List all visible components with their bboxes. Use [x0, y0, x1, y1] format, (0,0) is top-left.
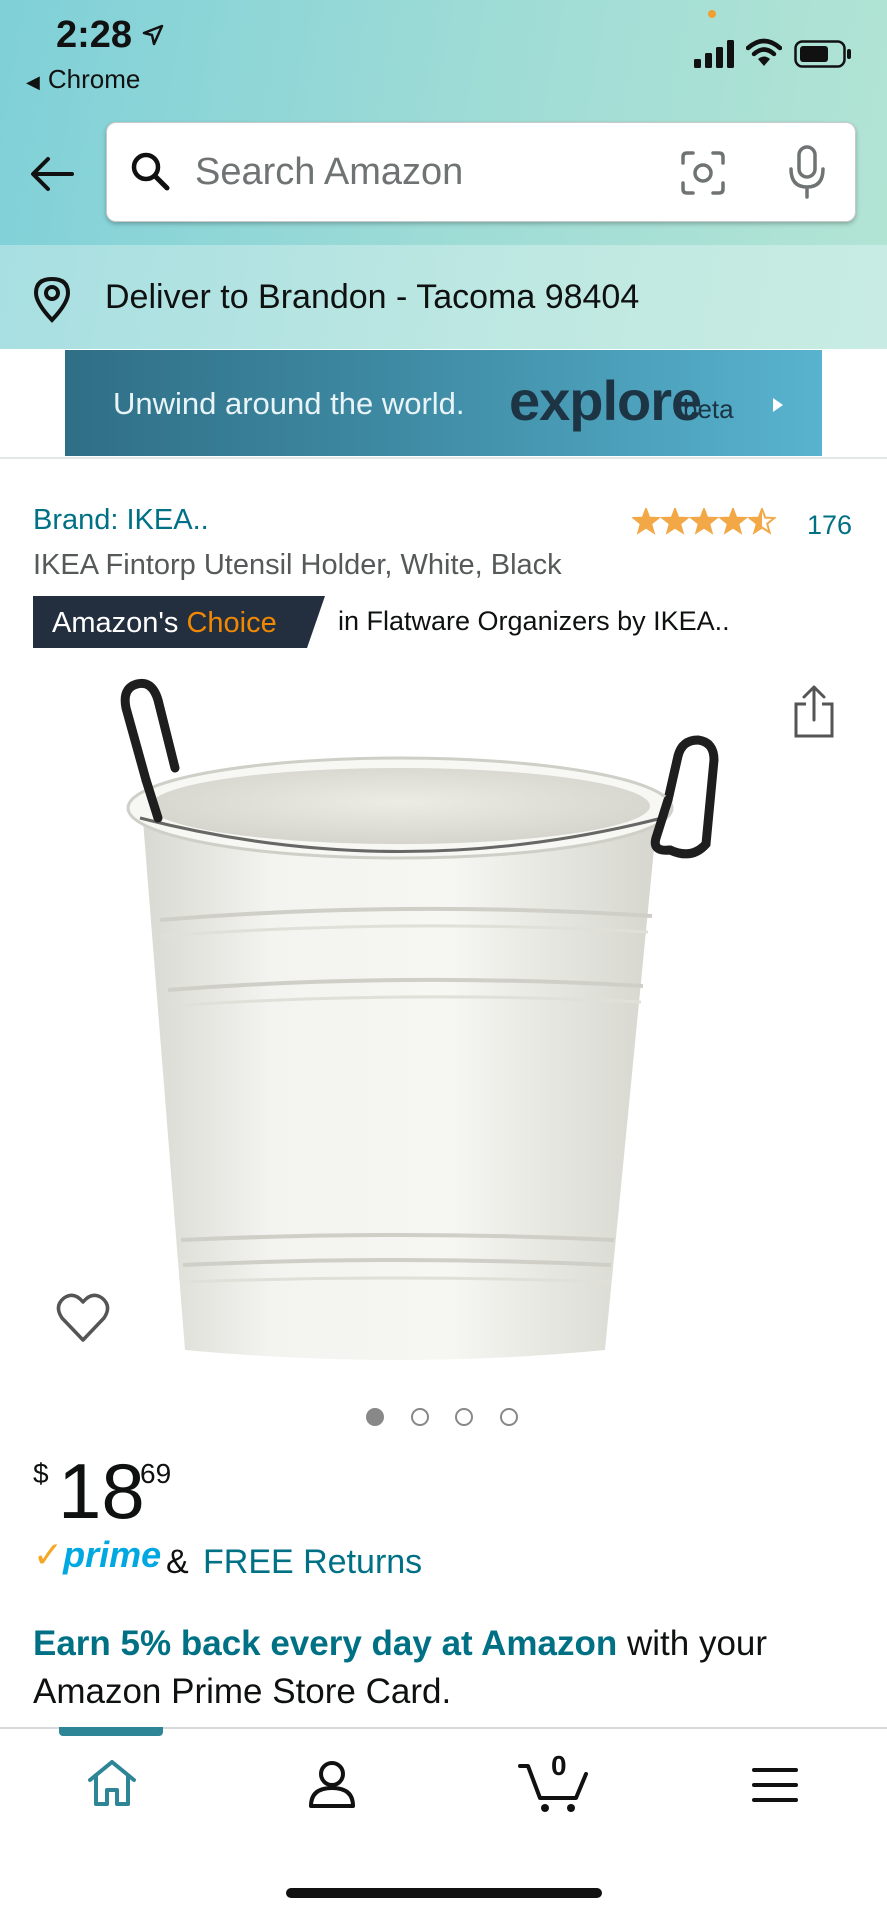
prime-label: prime [63, 1534, 162, 1575]
brand-link[interactable]: Brand: IKEA.. [33, 504, 209, 537]
banner-beta-label: beta [683, 394, 734, 424]
wishlist-heart-icon[interactable] [56, 1292, 110, 1344]
amazons-choice-badge: Amazon's Choice [33, 596, 325, 648]
section-divider [0, 457, 887, 459]
promo-rest: with your [627, 1624, 768, 1663]
cellular-signal-icon [694, 40, 734, 68]
wifi-icon [746, 38, 782, 66]
rating-star [717, 508, 749, 535]
explore-logo: explore [509, 369, 702, 432]
rating-star [659, 508, 691, 535]
choice-word: Choice [186, 607, 277, 639]
explore-banner-ad[interactable]: Unwind around the world. explore beta [65, 350, 822, 456]
carousel-dot[interactable] [366, 1408, 384, 1426]
delivery-address[interactable]: Deliver to Brandon - Tacoma 98404 [105, 278, 639, 317]
choice-prefix: Amazon's [52, 607, 179, 639]
banner-tagline: Unwind around the world. [113, 386, 465, 421]
home-icon[interactable] [86, 1758, 138, 1808]
back-to-app-link[interactable]: ◀ Chrome [26, 64, 140, 95]
menu-hamburger-icon[interactable] [752, 1766, 798, 1804]
share-icon[interactable] [792, 684, 836, 740]
product-title: IKEA Fintorp Utensil Holder, White, Blac… [33, 549, 562, 581]
price-whole: 18 [58, 1447, 145, 1535]
ampersand: & [166, 1543, 189, 1581]
account-icon[interactable] [306, 1758, 358, 1810]
back-triangle-icon: ◀ [26, 72, 40, 92]
microphone-icon[interactable] [787, 145, 827, 201]
prime-check-icon: ✓ [33, 1534, 64, 1575]
promo-line2: Amazon Prime Store Card. [33, 1672, 452, 1711]
back-arrow-icon[interactable] [28, 154, 76, 194]
carousel-dot[interactable] [455, 1408, 473, 1426]
cart-count-badge: 0 [551, 1750, 567, 1781]
banner-play-arrow-icon [773, 398, 783, 412]
rating-star [688, 508, 720, 535]
promo-highlight: Earn 5% back every day at Amazon [33, 1624, 618, 1663]
battery-icon [794, 40, 851, 68]
price-fraction: 69 [140, 1458, 172, 1489]
location-arrow-icon [142, 24, 164, 46]
prime-logo: ✓prime [33, 1534, 161, 1576]
privacy-indicator-dot [708, 10, 716, 18]
search-icon [131, 152, 170, 191]
carousel-dot[interactable] [499, 1408, 518, 1426]
rating-count-link[interactable]: 176 [807, 510, 852, 541]
product-image[interactable] [100, 660, 780, 1360]
carousel-dot[interactable] [410, 1408, 429, 1426]
search-input[interactable]: Search Amazon [195, 151, 463, 194]
back-app-label: Chrome [47, 64, 141, 94]
search-bar[interactable]: Search Amazon [106, 122, 856, 222]
camera-search-icon[interactable] [679, 149, 727, 197]
rating-star [632, 508, 662, 535]
star-rating[interactable] [632, 508, 776, 536]
choice-category-text: in Flatware Organizers by IKEA.. [338, 606, 730, 636]
store-card-promo[interactable]: Earn 5% back every day at Amazon with yo… [33, 1624, 767, 1664]
status-time: 2:28 [56, 14, 133, 56]
home-indicator [286, 1888, 602, 1898]
active-tab-indicator [59, 1727, 163, 1736]
price-currency-symbol: $ [33, 1458, 49, 1489]
free-returns-link[interactable]: FREE Returns [203, 1543, 422, 1582]
location-pin-icon [33, 276, 71, 323]
